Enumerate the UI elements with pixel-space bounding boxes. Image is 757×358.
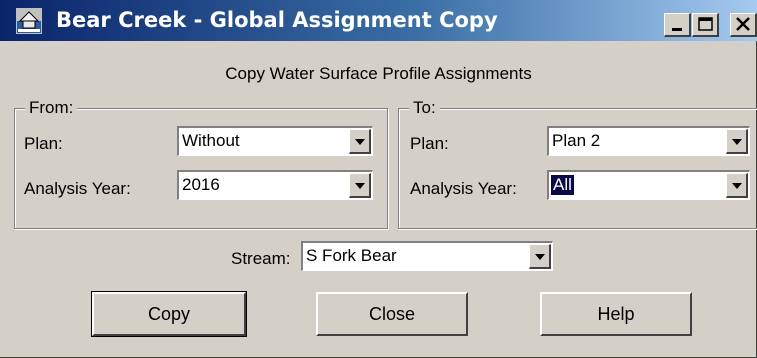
to-plan-label: Plan:: [410, 134, 449, 153]
to-year-select[interactable]: All: [547, 170, 750, 200]
from-legend: From:: [25, 98, 78, 118]
from-plan-value: Without: [182, 131, 240, 150]
chevron-down-icon: [535, 254, 545, 260]
close-window-button[interactable]: [730, 13, 757, 37]
to-plan-select[interactable]: Plan 2: [547, 126, 750, 156]
minimize-icon: [672, 28, 682, 31]
close-icon: [736, 17, 750, 31]
global-assignment-copy-dialog: Bear Creek - Global Assignment Copy Copy…: [0, 0, 757, 358]
stream-select[interactable]: S Fork Bear: [301, 241, 553, 271]
to-legend: To:: [409, 98, 440, 118]
close-button[interactable]: Close: [316, 292, 468, 336]
to-plan-dropdown-button[interactable]: [726, 129, 748, 154]
chevron-down-icon: [355, 183, 365, 189]
to-plan-value: Plan 2: [552, 131, 601, 150]
chevron-down-icon: [355, 139, 365, 145]
from-year-label: Analysis Year:: [24, 179, 131, 198]
from-plan-select[interactable]: Without: [177, 126, 373, 156]
window-title: Bear Creek - Global Assignment Copy: [56, 8, 498, 32]
maximize-icon: [698, 17, 713, 31]
stream-label: Stream:: [231, 249, 291, 268]
to-year-label: Analysis Year:: [410, 179, 517, 198]
minimize-button[interactable]: [664, 13, 691, 37]
from-year-dropdown-button[interactable]: [349, 173, 371, 198]
from-plan-dropdown-button[interactable]: [349, 129, 371, 154]
from-plan-label: Plan:: [24, 134, 63, 153]
chevron-down-icon: [732, 139, 742, 145]
to-year-value: All: [551, 175, 574, 195]
dialog-heading: Copy Water Surface Profile Assignments: [225, 64, 532, 83]
from-year-value: 2016: [182, 175, 220, 194]
title-bar[interactable]: Bear Creek - Global Assignment Copy: [0, 0, 757, 41]
stream-value: S Fork Bear: [306, 246, 397, 265]
chevron-down-icon: [732, 183, 742, 189]
app-icon: [16, 8, 42, 34]
from-year-select[interactable]: 2016: [177, 170, 373, 200]
maximize-button[interactable]: [692, 13, 719, 37]
to-year-dropdown-button[interactable]: [726, 173, 748, 198]
stream-dropdown-button[interactable]: [529, 244, 551, 269]
help-button[interactable]: Help: [540, 292, 692, 336]
copy-button[interactable]: Copy: [91, 291, 247, 337]
